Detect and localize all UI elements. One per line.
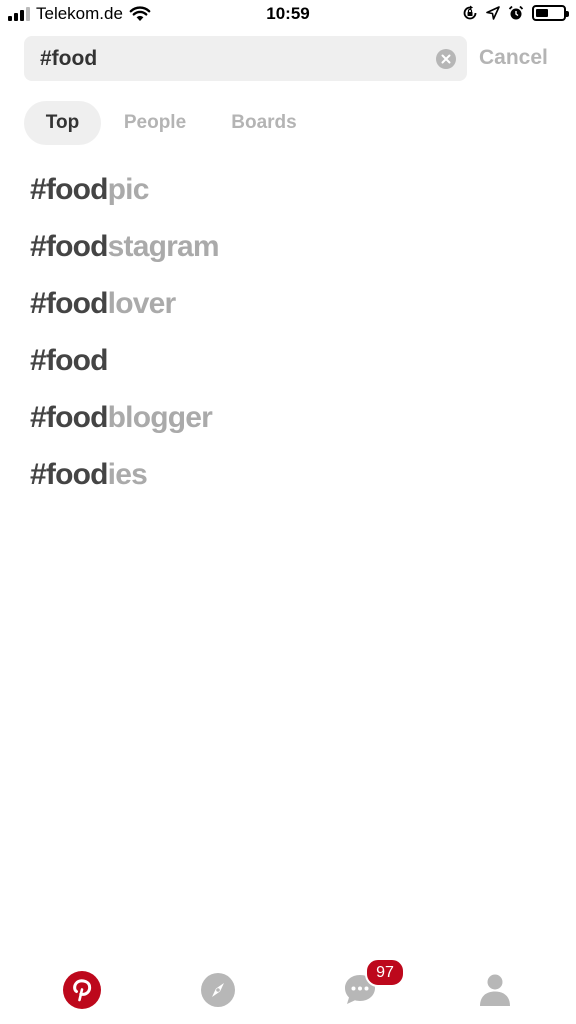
pinterest-home-icon[interactable] [62,970,102,1010]
status-bar: Telekom.de 10:59 [0,0,576,30]
messages-badge: 97 [365,958,405,987]
suggestion-completion: blogger [107,401,213,434]
suggestion-item[interactable]: #foodlover [30,284,219,341]
suggestion-item[interactable]: #food [30,341,219,398]
suggestion-item[interactable]: #foodstagram [30,227,220,284]
explore-compass-icon[interactable] [198,970,238,1010]
suggestion-query: #food [30,230,108,263]
suggestion-completion: lover [107,287,177,320]
suggestion-completion: ies [107,458,148,491]
suggestion-completion: stagram [107,230,220,263]
suggestion-query: #food [30,458,108,491]
alarm-icon [508,5,524,20]
suggestion-item[interactable]: #foodpic [30,170,219,227]
suggestion-query: #food [30,173,108,206]
orientation-lock-icon [463,5,477,20]
suggestion-completion: pic [107,173,150,206]
suggestion-query: #food [30,344,108,377]
cancel-button[interactable]: Cancel [479,46,548,70]
tab-boards[interactable]: Boards [218,101,310,145]
status-bar-right [462,5,569,21]
tab-top[interactable]: Top [24,101,101,145]
battery-icon [532,5,569,21]
suggestion-item[interactable]: #foodies [30,455,219,512]
search-input[interactable]: #food [24,36,467,81]
clear-search-icon[interactable] [436,49,456,69]
suggestion-item[interactable]: #foodblogger [30,398,219,455]
suggestion-query: #food [30,401,108,434]
search-query-text: #food [40,47,98,70]
suggestion-list: #foodpic #foodstagram #foodlover #food #… [30,170,220,512]
suggestion-query: #food [30,287,108,320]
tab-people[interactable]: People [110,101,200,145]
location-icon [486,6,500,20]
profile-icon[interactable] [475,970,515,1010]
